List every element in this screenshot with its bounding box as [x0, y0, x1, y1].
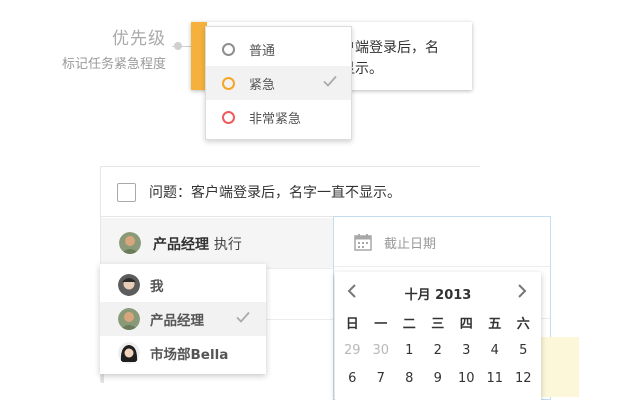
- priority-annotation-subtitle: 标记任务紧急程度: [61, 57, 166, 72]
- weekday-label: 四: [459, 316, 473, 332]
- task-complete-checkbox[interactable]: [117, 183, 136, 202]
- priority-option-urgent[interactable]: 紧急: [206, 66, 351, 100]
- circle-icon: [222, 110, 235, 124]
- task-card-text: 户端登录后，名 显示。: [341, 40, 439, 77]
- executor-verb: 执行: [213, 237, 242, 253]
- avatar: [118, 308, 140, 330]
- priority-option-label: 普通: [249, 43, 276, 59]
- date-picker: 十月 2013 日 一 二 三 四 五 六 29 30 1 2 3 4 5 6 …: [335, 272, 541, 400]
- annotation-dot: [174, 42, 182, 50]
- calendar-icon: [354, 234, 372, 251]
- weekday-label: 五: [488, 316, 502, 332]
- assignee-option-label: 产品经理: [150, 313, 204, 329]
- deadline-placeholder: 截止日期: [384, 237, 437, 252]
- month-title: 十月 2013: [404, 288, 472, 303]
- priority-menu: 普通 紧急 非常紧急: [205, 26, 352, 140]
- checkmark-icon: [323, 75, 337, 87]
- calendar-day[interactable]: 11: [481, 371, 510, 386]
- priority-option-very-urgent[interactable]: 非常紧急: [206, 100, 351, 134]
- calendar-day[interactable]: 6: [338, 371, 367, 386]
- calendar-week: 29 30 1 2 3 4 5: [338, 336, 538, 364]
- assignee-option-label: 我: [150, 279, 164, 295]
- priority-option-normal[interactable]: 普通: [206, 32, 351, 66]
- calendar-day[interactable]: 30: [367, 343, 396, 358]
- weekday-label: 一: [374, 316, 388, 332]
- highlight-area: [539, 337, 579, 397]
- circle-icon: [222, 76, 235, 90]
- calendar-grid: 日 一 二 三 四 五 六 29 30 1 2 3 4 5 6 7 8 9 10…: [338, 308, 538, 392]
- calendar-day[interactable]: 1: [395, 343, 424, 358]
- avatar: [118, 274, 140, 296]
- weekday-header: 日 一 二 三 四 五 六: [338, 308, 538, 336]
- calendar-day[interactable]: 7: [367, 371, 396, 386]
- task-title: 问题：客户端登录后，名字一直不显示。: [149, 185, 401, 201]
- chevron-right-icon[interactable]: [515, 282, 529, 300]
- calendar-day[interactable]: 10: [452, 371, 481, 386]
- calendar-day[interactable]: 12: [509, 371, 538, 386]
- weekday-label: 六: [516, 316, 530, 332]
- deadline-field[interactable]: 截止日期: [334, 217, 550, 267]
- calendar-day[interactable]: 5: [509, 343, 538, 358]
- checkmark-icon: [236, 311, 250, 323]
- executor-row[interactable]: 产品经理 执行: [101, 218, 334, 268]
- calendar-day[interactable]: 8: [395, 371, 424, 386]
- weekday-label: 二: [402, 316, 416, 332]
- calendar-day[interactable]: 29: [338, 343, 367, 358]
- circle-icon: [222, 42, 235, 56]
- priority-option-label: 非常紧急: [249, 111, 302, 127]
- weekday-label: 三: [431, 316, 445, 332]
- task-row: 问题：客户端登录后，名字一直不显示。: [101, 167, 481, 217]
- assignee-option-marketing-bella[interactable]: 市场部Bella: [100, 336, 266, 370]
- calendar-day[interactable]: 4: [481, 343, 510, 358]
- priority-option-label: 紧急: [249, 77, 276, 93]
- assignee-option-me[interactable]: 我: [100, 268, 266, 302]
- calendar-week: 6 7 8 9 10 11 12: [338, 364, 538, 392]
- calendar-day[interactable]: 9: [424, 371, 453, 386]
- avatar: [118, 342, 140, 364]
- calendar-day[interactable]: 2: [424, 343, 453, 358]
- calendar-day[interactable]: 3: [452, 343, 481, 358]
- executor-label: 产品经理 执行: [153, 234, 242, 254]
- executor-name: 产品经理: [153, 237, 209, 253]
- weekday-label: 日: [345, 316, 359, 332]
- assignee-option-label: 市场部Bella: [150, 347, 229, 363]
- assignee-option-product-manager[interactable]: 产品经理: [100, 302, 266, 336]
- assignee-menu: 我 产品经理 市场部Bella: [100, 264, 266, 374]
- avatar: [119, 232, 141, 254]
- priority-annotation-title: 优先级: [112, 29, 166, 49]
